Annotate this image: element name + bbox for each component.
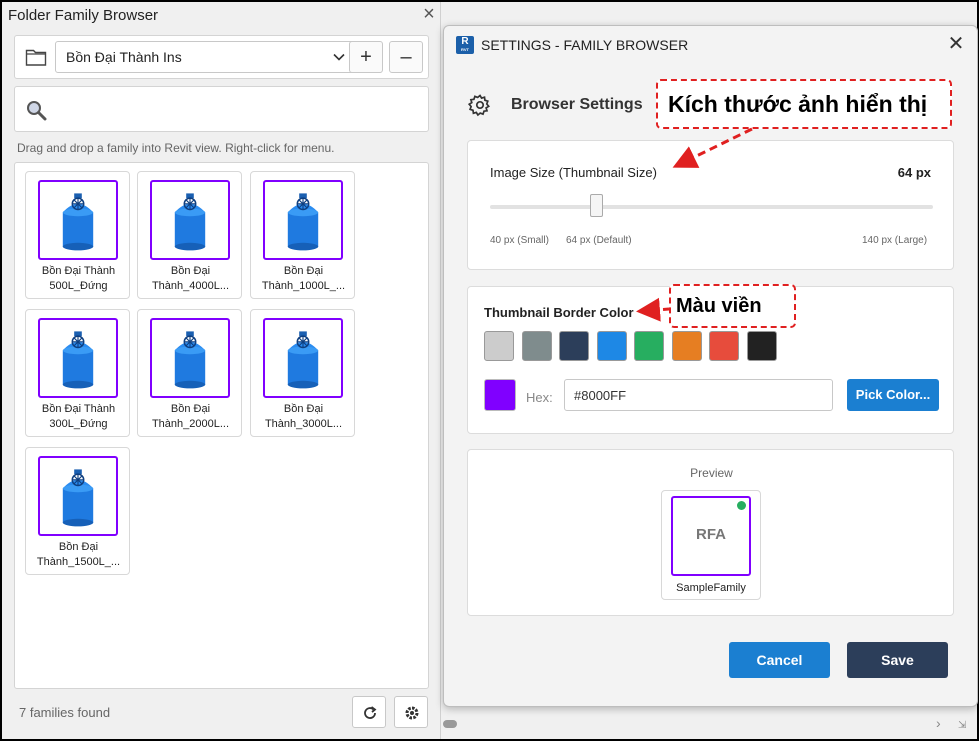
screenshot-frame: Folder Family Browser × Bồn Đại Thành In…: [0, 0, 979, 741]
size-annotation-arrow: [672, 127, 753, 168]
annotation-arrows: [636, 127, 753, 322]
color-annotation-arrow: [636, 297, 670, 322]
